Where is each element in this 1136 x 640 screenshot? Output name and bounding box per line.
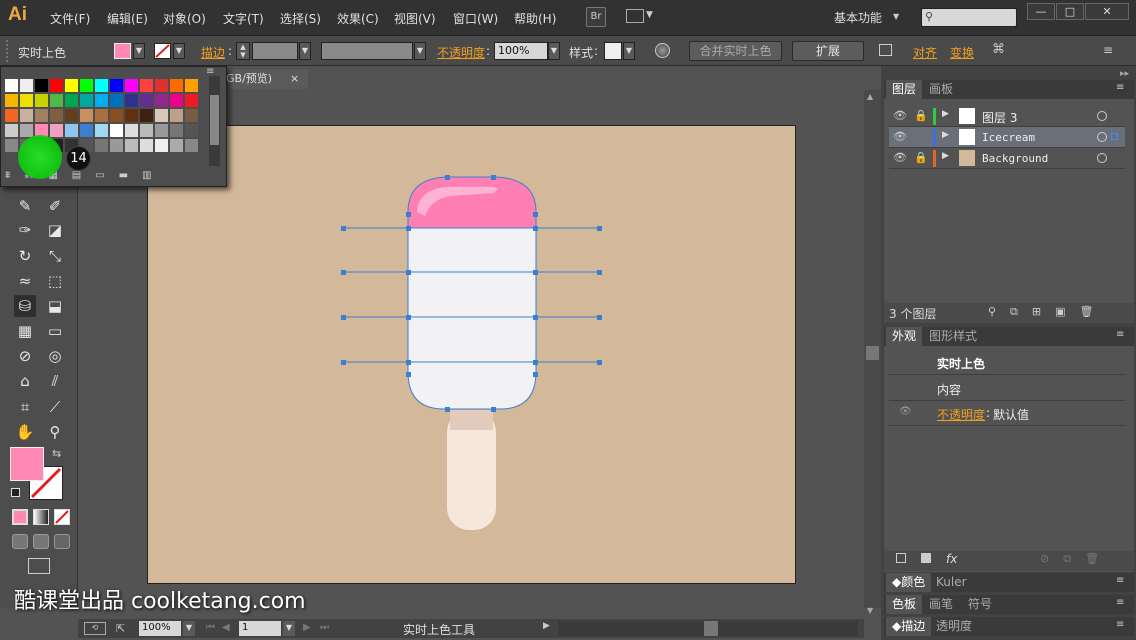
tab-layers[interactable]: 图层 xyxy=(886,80,923,99)
tab-graphic-styles[interactable]: 图形样式 xyxy=(923,327,983,346)
next-artboard-icon[interactable]: ▶ xyxy=(303,622,311,633)
transform-label[interactable]: 变换 xyxy=(950,44,974,61)
icecream-artwork[interactable] xyxy=(0,0,880,620)
layer-color-indicator xyxy=(933,129,936,146)
layer-count: 3 个图层 xyxy=(889,307,937,321)
expand-arrow-icon[interactable]: ▶ xyxy=(942,130,949,140)
eye-icon[interactable]: 👁 xyxy=(893,151,907,164)
chevron-down-icon[interactable]: ▼ xyxy=(283,621,295,636)
panel-menu-icon[interactable]: ≡ xyxy=(1116,597,1124,608)
panel-menu-icon[interactable]: ≡ xyxy=(1116,82,1124,93)
tab-color[interactable]: ◆颜色 xyxy=(886,573,932,592)
click-indicator xyxy=(18,135,62,179)
eye-icon[interactable]: 👁 xyxy=(899,406,912,417)
tab-artboards[interactable]: 画板 xyxy=(923,80,959,99)
expand-arrow-icon[interactable]: ▶ xyxy=(942,109,949,119)
layer-name[interactable]: 图层 3 xyxy=(982,109,1017,126)
transform-icon[interactable]: ⌘ xyxy=(992,42,1005,57)
panel-menu-icon[interactable]: ≡ xyxy=(1103,43,1113,57)
appearance-content-row[interactable]: 内容 xyxy=(889,376,1125,401)
close-button[interactable]: ✕ xyxy=(1085,3,1129,20)
zoom-level-field[interactable]: 100% xyxy=(139,621,181,636)
tab-stroke[interactable]: ◆描边 xyxy=(886,617,932,636)
appearance-opacity-row[interactable]: 👁 不透明度 : 默认值 xyxy=(889,401,1125,426)
add-fill-icon[interactable] xyxy=(921,553,931,563)
collapse-icon[interactable]: ▸▸ xyxy=(1120,69,1129,79)
lock-icon[interactable]: 🔒 xyxy=(914,151,928,164)
expand-arrow-icon[interactable]: ▶ xyxy=(942,151,949,161)
status-tool-name: 实时上色工具 xyxy=(403,623,476,637)
layer-row[interactable]: 👁 🔒 ▶ Background xyxy=(889,148,1125,169)
target-icon[interactable] xyxy=(1097,132,1107,142)
layer-color-indicator xyxy=(933,150,936,167)
share-icon[interactable]: ⇱ xyxy=(116,622,125,635)
layer-name[interactable]: Icecream xyxy=(982,131,1035,144)
tab-kuler[interactable]: Kuler xyxy=(930,573,973,592)
content-label: 内容 xyxy=(937,383,962,397)
lock-icon[interactable]: 🔒 xyxy=(914,109,928,122)
add-stroke-icon[interactable] xyxy=(896,553,906,563)
tab-symbols[interactable]: 符号 xyxy=(962,595,998,614)
layer-name[interactable]: Background xyxy=(982,152,1048,165)
fx-button[interactable]: fx xyxy=(946,552,957,566)
first-artboard-icon[interactable]: ⏮ xyxy=(206,622,215,633)
step-badge: 14 xyxy=(66,146,91,171)
layer-thumbnail xyxy=(959,150,975,166)
opacity-value: 默认值 xyxy=(993,408,1030,422)
chevron-down-icon: ▼ xyxy=(893,12,900,21)
appearance-title: 实时上色 xyxy=(937,357,986,371)
tab-color-label: 颜色 xyxy=(901,575,926,589)
appearance-footer-icons[interactable]: ⊘⧉🗑 xyxy=(1040,552,1113,566)
minimize-button[interactable]: — xyxy=(1027,3,1055,20)
layers-footer-icons[interactable]: ⚲⧉⊞▣🗑 xyxy=(988,305,1108,319)
panel-menu-icon[interactable]: ≡ xyxy=(1116,575,1124,586)
search-icon: ⚲ xyxy=(925,10,934,23)
eye-icon[interactable]: 👁 xyxy=(893,130,907,143)
target-icon[interactable] xyxy=(1097,111,1107,121)
tab-stroke-label: 描边 xyxy=(901,619,926,633)
last-artboard-icon[interactable]: ⏭ xyxy=(320,622,329,633)
layer-color-indicator xyxy=(933,108,936,125)
maximize-button[interactable]: □ xyxy=(1056,3,1084,20)
status-menu-icon[interactable]: ▶ xyxy=(543,621,550,631)
search-input[interactable] xyxy=(921,8,1017,27)
layer-thumbnail xyxy=(959,129,975,145)
rotate-view-icon[interactable]: ⟲ xyxy=(84,622,106,635)
hscroll-thumb[interactable] xyxy=(704,621,718,636)
panel-menu-icon[interactable]: ≡ xyxy=(1116,619,1124,630)
artboard-number-field[interactable]: 1 xyxy=(239,621,281,636)
layer-row[interactable]: 👁 ▶ Icecream xyxy=(889,127,1125,148)
colon: : xyxy=(986,406,991,420)
layer-row[interactable]: 👁 🔒 ▶ 图层 3 xyxy=(889,106,1125,127)
tab-transparency[interactable]: 透明度 xyxy=(930,617,978,636)
stick-shadow xyxy=(450,410,493,430)
icecream-body xyxy=(408,228,536,409)
chevron-down-icon[interactable]: ▼ xyxy=(183,621,195,636)
opacity-link[interactable]: 不透明度 xyxy=(937,406,985,423)
selection-indicator[interactable] xyxy=(1111,133,1118,140)
appearance-title-row: 实时上色 xyxy=(889,350,1125,375)
tab-swatches[interactable]: 色板 xyxy=(886,595,923,614)
layer-thumbnail xyxy=(959,108,975,124)
target-icon[interactable] xyxy=(1097,153,1107,163)
tab-appearance[interactable]: 外观 xyxy=(886,327,923,346)
tab-brushes[interactable]: 画笔 xyxy=(923,595,959,614)
panel-menu-icon[interactable]: ≡ xyxy=(1116,329,1124,340)
eye-icon[interactable]: 👁 xyxy=(893,109,907,122)
document-setup-icon[interactable] xyxy=(879,44,892,56)
prev-artboard-icon[interactable]: ◀ xyxy=(222,622,230,633)
align-label[interactable]: 对齐 xyxy=(913,44,937,61)
